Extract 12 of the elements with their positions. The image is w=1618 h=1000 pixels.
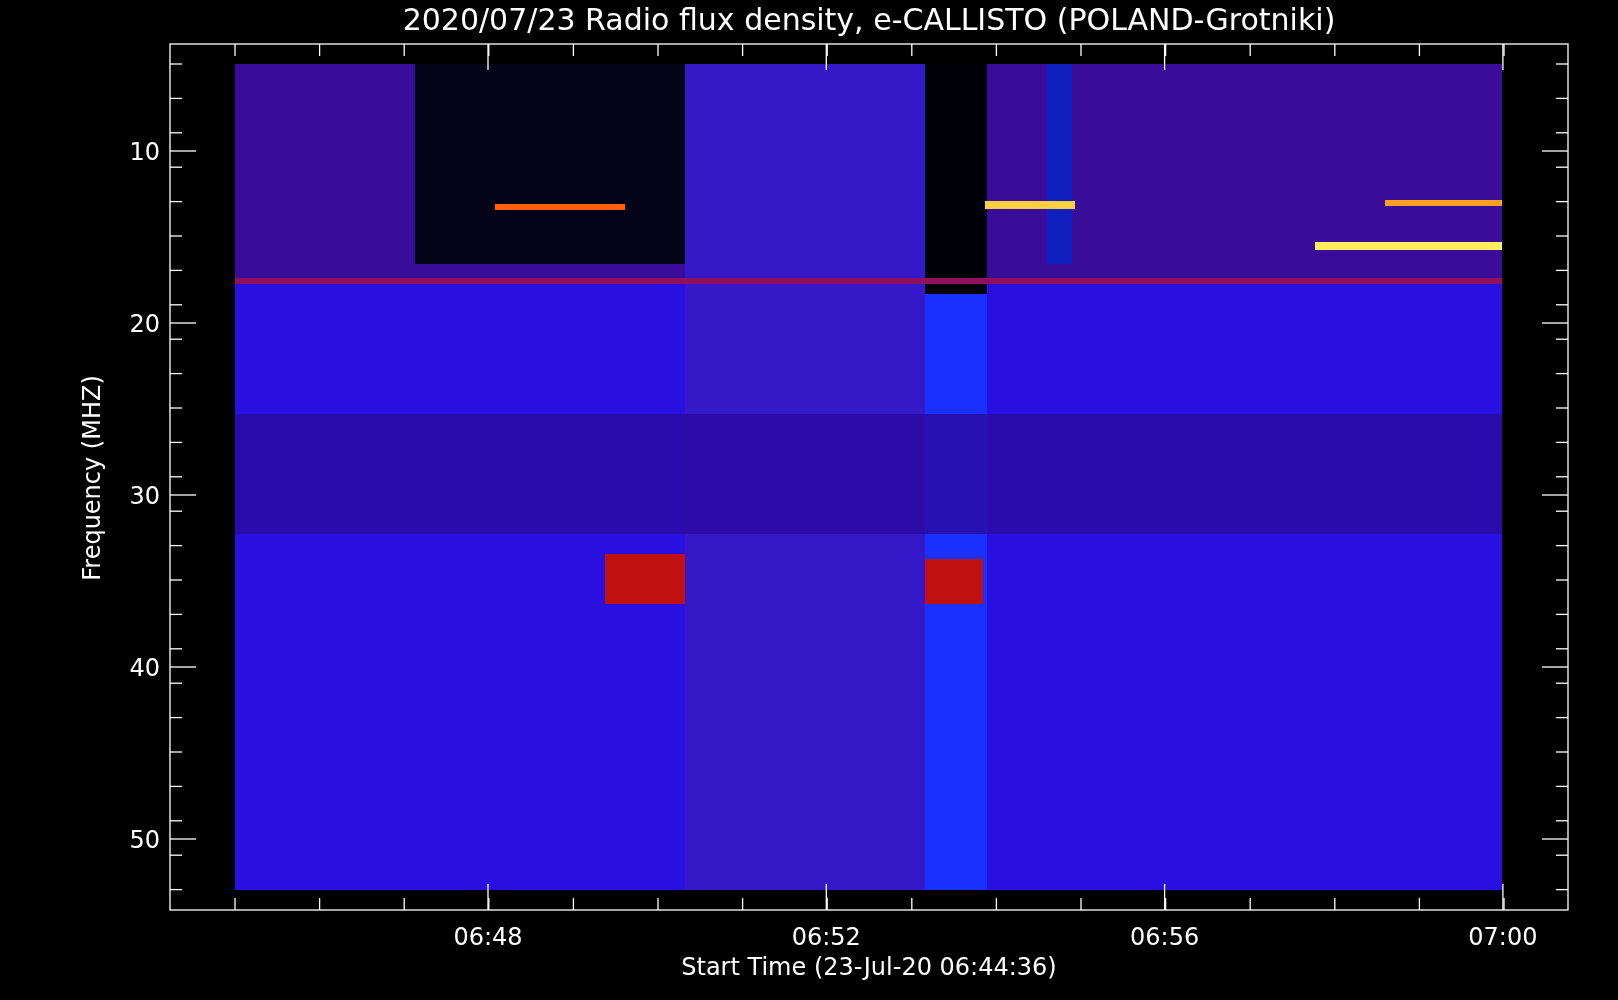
axis-tick-label: 40 bbox=[129, 654, 160, 682]
axis-tick-label: 06:52 bbox=[791, 923, 861, 951]
y-axis-label: Frequency (MHZ) bbox=[78, 375, 106, 581]
axis-tick-label: 50 bbox=[129, 826, 160, 854]
axis-tick-label: 07:00 bbox=[1468, 923, 1538, 951]
x-axis-label: Start Time (23-Jul-20 06:44:36) bbox=[681, 953, 1057, 981]
axis-tick-label: 20 bbox=[129, 310, 160, 338]
axis-tick-label: 10 bbox=[129, 138, 160, 166]
axis-tick-label: 06:48 bbox=[453, 923, 523, 951]
axis-tick-label: 06:56 bbox=[1130, 923, 1200, 951]
axis-tick-label: 30 bbox=[129, 482, 160, 510]
chart-title: 2020/07/23 Radio flux density, e-CALLISTO (POLAND-Grotniki) bbox=[402, 2, 1336, 37]
